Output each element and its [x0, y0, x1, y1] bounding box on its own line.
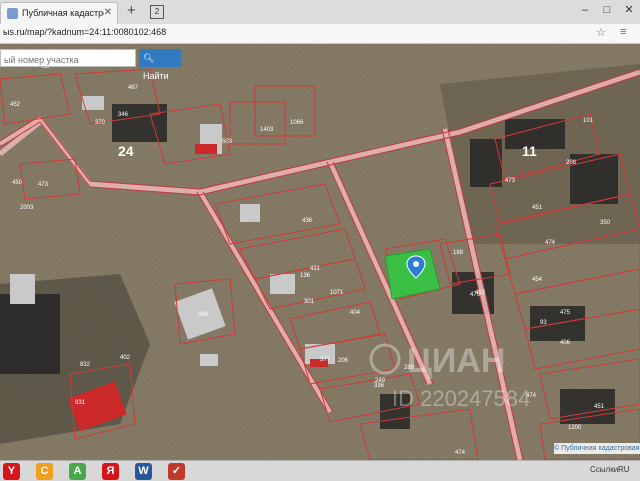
links-label[interactable]: Ссылки [590, 465, 618, 474]
parcel-label: 1200 [568, 425, 582, 431]
parcel-label: 1071 [330, 290, 344, 296]
parcel-label: 454 [532, 277, 543, 283]
parcel-label: 101 [583, 118, 594, 124]
parcel-label: 350 [600, 220, 611, 226]
close-window-icon[interactable]: ✕ [618, 0, 640, 20]
parcel-label: 436 [302, 218, 313, 224]
tab-title: Публичная кадастровая кар [22, 8, 104, 18]
maximize-icon[interactable]: □ [596, 0, 618, 20]
map-attribution[interactable]: © Публичная кадастровая карта [554, 443, 640, 454]
watermark-id: ID 220247584 [392, 386, 530, 411]
bookmark-star-icon[interactable]: ☆ [596, 26, 606, 39]
parcel-label: 453 [475, 290, 486, 296]
window-controls: – □ ✕ [574, 0, 640, 20]
parcel-label: 474 [545, 240, 556, 246]
parcel-label: 24 [118, 143, 134, 159]
new-tab-button[interactable]: + [127, 3, 136, 19]
parcel-label: 474 [455, 450, 466, 456]
parcel-label: 404 [350, 310, 361, 316]
parcel-label: 289 [404, 365, 415, 371]
parcel-label: 188 [453, 250, 464, 256]
parcel-label: 402 [120, 355, 131, 361]
browser-tab[interactable]: Публичная кадастровая кар ✕ [0, 2, 118, 24]
parcel-label: 206 [338, 358, 349, 364]
parcel-label: 370 [95, 120, 106, 126]
taskbar-app-icon[interactable]: A [69, 463, 86, 480]
cadastral-search-box[interactable] [0, 49, 137, 68]
parcel-label: 467 [128, 85, 139, 91]
parcel-label: 208 [566, 160, 577, 166]
satellite-map[interactable]: ЦИАН ID 220247584 2411467346469140310665… [0, 44, 640, 460]
browser-tab-bar: Публичная кадастровая кар ✕ + 2 – □ ✕ [0, 0, 640, 25]
parcel-label: 831 [75, 400, 86, 406]
language-indicator[interactable]: RU [618, 465, 630, 474]
taskbar-app-icon[interactable]: W [135, 463, 152, 480]
parcel-label: 406 [560, 340, 571, 346]
parcel-label: 475 [560, 310, 571, 316]
parcel-label: 503 [222, 139, 233, 145]
minimize-icon[interactable]: – [574, 0, 596, 20]
parcel-label: 346 [118, 112, 129, 118]
taskbar-app-icon[interactable]: C [36, 463, 53, 480]
parcel-label: 474 [526, 393, 537, 399]
find-button-label: Найти [143, 71, 169, 81]
parcel-label: 11 [522, 143, 537, 159]
parcel-label: 301 [304, 299, 315, 305]
parcel-label: 473 [505, 178, 516, 184]
os-taskbar: Y C A Я W ✓ Ссылки RU [0, 460, 640, 481]
parcel-label: 93 [540, 320, 547, 326]
parcel-label: 470 [0, 44, 11, 46]
parcel-label: 136 [300, 273, 311, 279]
tab-count-badge[interactable]: 2 [150, 5, 164, 19]
parcel-label: 451 [532, 205, 543, 211]
watermark-text: ЦИАН [407, 342, 505, 380]
taskbar-app-icon[interactable]: Я [102, 463, 119, 480]
parcel-label: 431 [310, 266, 321, 272]
map-view[interactable]: ЦИАН ID 220247584 2411467346469140310665… [0, 44, 640, 460]
parcel-label: 1403 [260, 127, 274, 133]
parcel-label: 2003 [20, 205, 34, 211]
parcel-label: 377 [320, 357, 331, 363]
parcel-label: 452 [10, 102, 21, 108]
parcel-label: 384 [198, 312, 209, 318]
taskbar-app-icon[interactable]: ✓ [168, 463, 185, 480]
site-favicon-icon [7, 8, 18, 19]
find-button[interactable]: 🔍︎ Найти [139, 49, 181, 81]
taskbar-app-icon[interactable]: Y [3, 463, 20, 480]
parcel-label: 450 [12, 180, 23, 186]
url-text[interactable]: ыs.ru/map/?kadnum=24:11:0080102:468 [3, 27, 166, 37]
parcel-label: 249 [375, 378, 386, 384]
red-roof-building [195, 144, 217, 154]
parcel-label: 451 [594, 404, 605, 410]
close-tab-icon[interactable]: ✕ [104, 7, 112, 18]
menu-icon[interactable]: ≡ [620, 26, 626, 38]
search-icon: 🔍︎ [143, 53, 155, 63]
parcel-label: 832 [80, 362, 91, 368]
cadastral-number-input[interactable] [1, 52, 137, 68]
parcel-label: 473 [38, 182, 49, 188]
address-bar[interactable]: ыs.ru/map/?kadnum=24:11:0080102:468 ☆ ≡ [0, 24, 640, 44]
parcel-label: 1066 [290, 120, 304, 126]
